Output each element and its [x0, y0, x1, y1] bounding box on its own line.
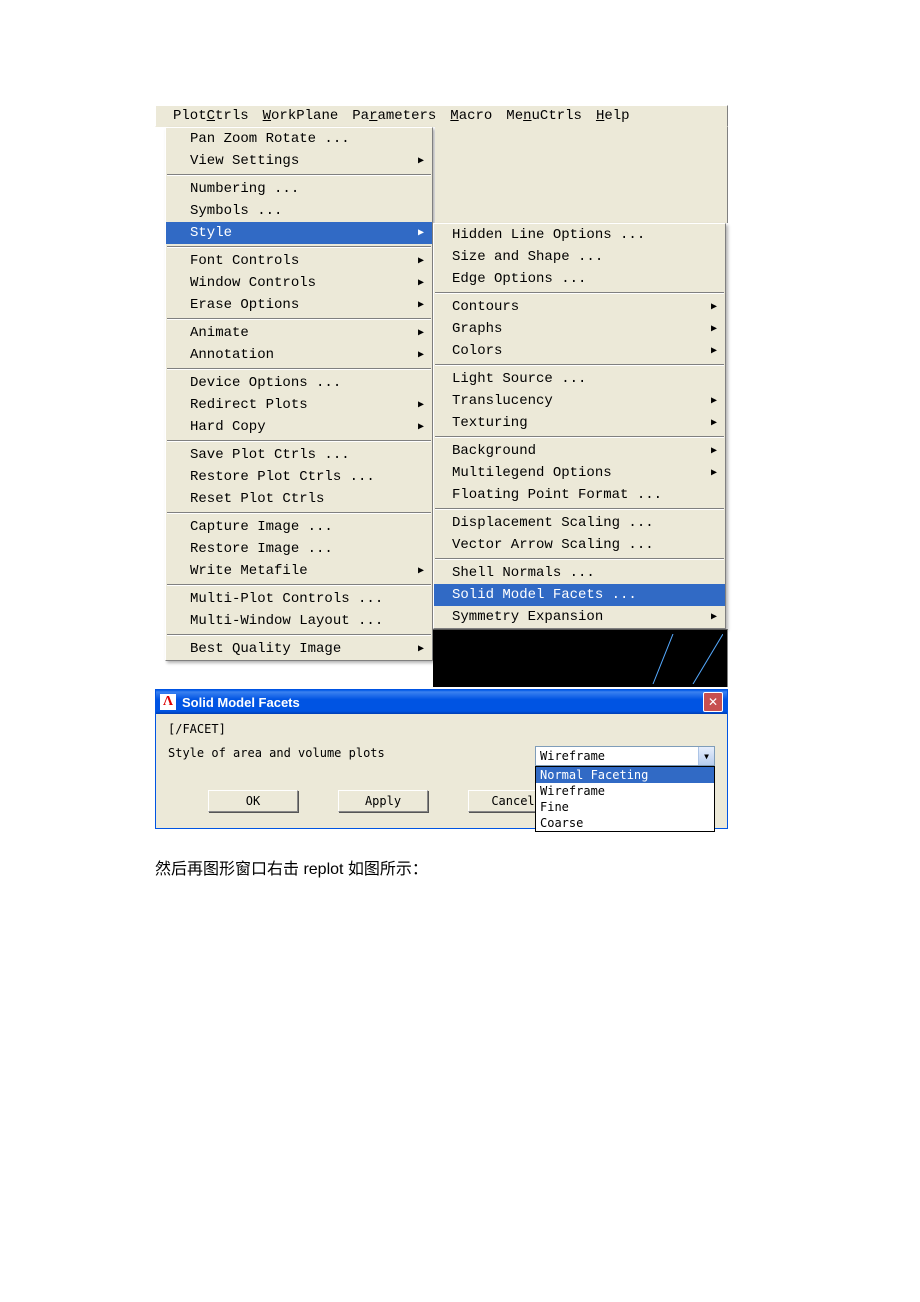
select-option[interactable]: Coarse: [536, 815, 714, 831]
menu-item[interactable]: Device Options ...: [166, 372, 432, 394]
menu-item[interactable]: Window Controls▶: [166, 272, 432, 294]
dialog-title: Solid Model Facets: [182, 695, 703, 710]
submenu-item[interactable]: Displacement Scaling ...: [434, 512, 725, 534]
submenu-item[interactable]: Graphs▶: [434, 318, 725, 340]
menu-item[interactable]: Write Metafile▶: [166, 560, 432, 582]
select-value: Wireframe: [540, 749, 605, 763]
menu-item[interactable]: Erase Options▶: [166, 294, 432, 316]
apply-button[interactable]: Apply: [338, 790, 428, 812]
menu-item[interactable]: Best Quality Image▶: [166, 638, 432, 660]
submenu-item[interactable]: Symmetry Expansion▶: [434, 606, 725, 628]
menu-item[interactable]: Hard Copy▶: [166, 416, 432, 438]
submenu-item[interactable]: Floating Point Format ...: [434, 484, 725, 506]
menu-item[interactable]: Capture Image ...: [166, 516, 432, 538]
menu-item[interactable]: Multi-Window Layout ...: [166, 610, 432, 632]
menu-item[interactable]: Style▶: [166, 222, 432, 244]
facet-style-select[interactable]: Wireframe ▼: [535, 746, 715, 766]
menu-item[interactable]: Animate▶: [166, 322, 432, 344]
field-label: Style of area and volume plots: [168, 746, 535, 760]
caption-text: 然后再图形窗口右击 replot 如图所示：: [155, 855, 920, 879]
submenu-item[interactable]: Colors▶: [434, 340, 725, 362]
menu-macro[interactable]: Macro: [443, 106, 499, 126]
select-option[interactable]: Wireframe: [536, 783, 714, 799]
facet-options-list: Normal FacetingWireframeFineCoarse: [535, 766, 715, 832]
menu-item[interactable]: Annotation▶: [166, 344, 432, 366]
submenu-item[interactable]: Hidden Line Options ...: [434, 224, 725, 246]
select-option[interactable]: Normal Faceting: [536, 767, 714, 783]
menubar: PlotCtrls WorkPlane Parameters Macro Men…: [155, 105, 728, 127]
menu-item[interactable]: Font Controls▶: [166, 250, 432, 272]
ansys-icon: Λ: [160, 694, 176, 710]
menu-help[interactable]: Help: [589, 106, 637, 126]
submenu-item[interactable]: Translucency▶: [434, 390, 725, 412]
menu-item[interactable]: Reset Plot Ctrls: [166, 488, 432, 510]
submenu-item[interactable]: Vector Arrow Scaling ...: [434, 534, 725, 556]
command-label: [/FACET]: [168, 722, 715, 736]
close-button[interactable]: ✕: [703, 692, 723, 712]
submenu-item[interactable]: Size and Shape ...: [434, 246, 725, 268]
menu-workplane[interactable]: WorkPlane: [256, 106, 346, 126]
menu-parameters[interactable]: Parameters: [345, 106, 443, 126]
titlebar: Λ Solid Model Facets ✕: [156, 690, 727, 714]
menu-item[interactable]: Symbols ...: [166, 200, 432, 222]
submenu-item[interactable]: Texturing▶: [434, 412, 725, 434]
ok-button[interactable]: OK: [208, 790, 298, 812]
submenu-item[interactable]: Solid Model Facets ...: [434, 584, 725, 606]
menu-item[interactable]: View Settings▶: [166, 150, 432, 172]
menu-item[interactable]: Restore Image ...: [166, 538, 432, 560]
menu-item[interactable]: Redirect Plots▶: [166, 394, 432, 416]
dropdown-arrow-icon: ▼: [698, 747, 714, 765]
menu-menuctrls[interactable]: MenuCtrls: [499, 106, 589, 126]
submenu-item[interactable]: Contours▶: [434, 296, 725, 318]
style-submenu: Hidden Line Options ...Size and Shape ..…: [433, 223, 726, 629]
submenu-item[interactable]: Shell Normals ...: [434, 562, 725, 584]
select-option[interactable]: Fine: [536, 799, 714, 815]
menu-item[interactable]: Save Plot Ctrls ...: [166, 444, 432, 466]
menu-item[interactable]: Restore Plot Ctrls ...: [166, 466, 432, 488]
submenu-item[interactable]: Light Source ...: [434, 368, 725, 390]
menu-item[interactable]: Multi-Plot Controls ...: [166, 588, 432, 610]
submenu-item[interactable]: Multilegend Options▶: [434, 462, 725, 484]
menu-plotctrls[interactable]: PlotCtrls: [166, 106, 256, 126]
submenu-item[interactable]: Background▶: [434, 440, 725, 462]
submenu-item[interactable]: Edge Options ...: [434, 268, 725, 290]
menu-item[interactable]: Pan Zoom Rotate ...: [166, 128, 432, 150]
solid-model-facets-dialog: Λ Solid Model Facets ✕ [/FACET] Style of…: [155, 689, 728, 829]
menu-item[interactable]: Numbering ...: [166, 178, 432, 200]
graphics-window: [433, 629, 728, 687]
plotctrls-dropdown: Pan Zoom Rotate ...View Settings▶ Numberi…: [165, 127, 433, 661]
